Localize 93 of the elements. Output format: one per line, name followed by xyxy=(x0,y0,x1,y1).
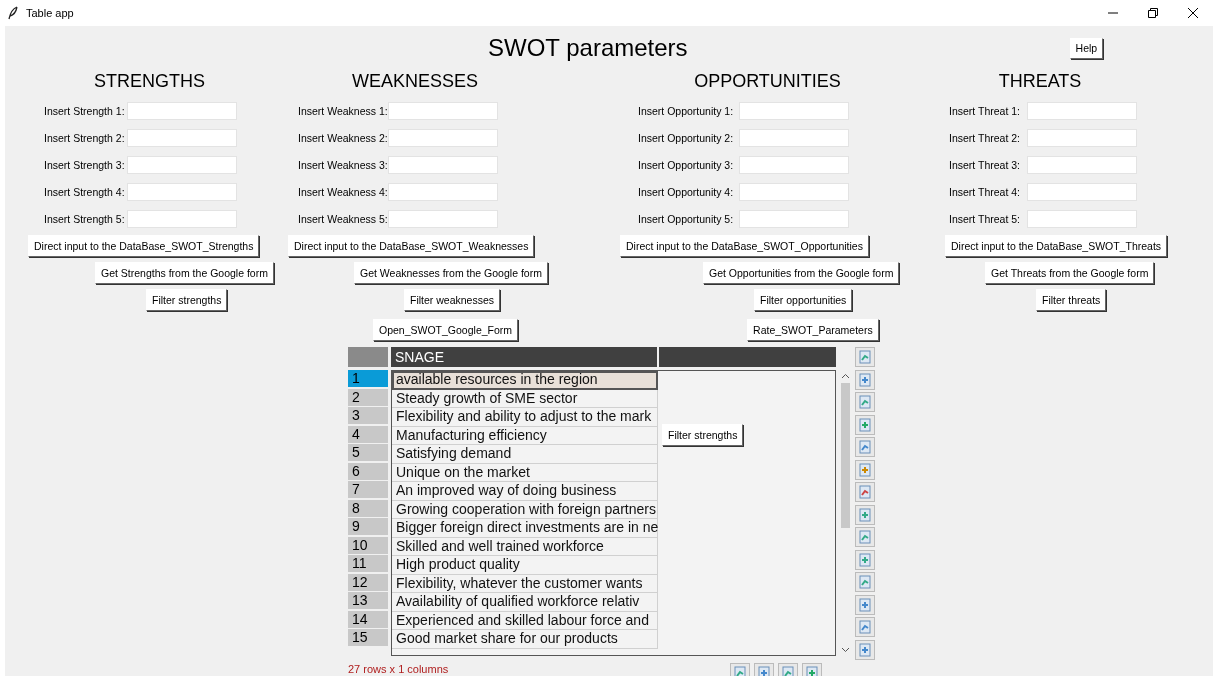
field-label: Insert Strength 2: xyxy=(44,131,126,144)
row-index[interactable]: 14 xyxy=(348,610,388,628)
input-field[interactable] xyxy=(1027,182,1137,201)
field-label: Insert Strength 1: xyxy=(44,104,126,117)
help-button[interactable]: Help xyxy=(1069,37,1104,59)
status-text: 27 rows x 1 columns xyxy=(348,662,449,675)
action-button[interactable]: Get Weaknesses from the Google form xyxy=(354,261,548,284)
row-index[interactable]: 4 xyxy=(348,425,388,443)
field-label: Insert Weakness 3: xyxy=(298,158,388,171)
input-field[interactable] xyxy=(127,155,237,174)
input-field[interactable] xyxy=(387,182,498,201)
field-label: Insert Weakness 1: xyxy=(298,104,388,117)
table-corner xyxy=(348,347,388,367)
table-cell[interactable]: available resources in the region xyxy=(392,371,658,390)
row-index[interactable]: 3 xyxy=(348,407,388,424)
input-field[interactable] xyxy=(739,101,849,120)
input-field[interactable] xyxy=(387,209,498,228)
field-label: Insert Threat 3: xyxy=(949,158,1021,171)
close-icon xyxy=(1188,8,1198,18)
column-header[interactable]: SNAGE xyxy=(391,347,657,367)
field-label: Insert Strength 3: xyxy=(44,158,126,171)
row-index[interactable]: 1 xyxy=(348,370,388,387)
field-label: Insert Weakness 4: xyxy=(298,185,388,198)
input-field[interactable] xyxy=(387,101,498,120)
section-heading: OPPORTUNITIES xyxy=(694,70,841,92)
section-heading: THREATS xyxy=(998,70,1082,92)
input-field[interactable] xyxy=(1027,101,1137,120)
input-field[interactable] xyxy=(387,155,498,174)
input-field[interactable] xyxy=(739,209,849,228)
row-index[interactable]: 7 xyxy=(348,481,388,498)
table-cell[interactable]: Bigger foreign direct investments are in ne xyxy=(392,519,658,538)
field-label: Insert Opportunity 4: xyxy=(638,185,735,198)
feather-icon xyxy=(8,6,18,20)
input-field[interactable] xyxy=(127,182,237,201)
filter-button[interactable]: Filter strengths xyxy=(662,424,744,446)
field-label: Insert Threat 1: xyxy=(949,104,1021,117)
action-button[interactable]: Filter strengths xyxy=(146,288,228,311)
action-button[interactable]: Get Opportunities from the Google form xyxy=(703,261,900,284)
field-label: Insert Threat 2: xyxy=(949,131,1021,144)
action-button[interactable]: Open_SWOT_Google_Form xyxy=(373,319,519,341)
input-field[interactable] xyxy=(739,128,849,147)
row-index[interactable]: 5 xyxy=(348,444,388,461)
table-cell[interactable]: High product quality xyxy=(392,556,658,575)
field-label: Insert Weakness 5: xyxy=(298,212,388,225)
action-button[interactable]: Get Threats from the Google form xyxy=(985,261,1155,284)
page-title: SWOT parameters xyxy=(488,34,688,62)
field-label: Insert Opportunity 2: xyxy=(638,131,735,144)
row-index[interactable]: 6 xyxy=(348,462,388,480)
table-cell[interactable]: Satisfying demand xyxy=(392,445,658,464)
row-index[interactable]: 13 xyxy=(348,592,388,609)
field-label: Insert Weakness 2: xyxy=(298,131,388,144)
action-button[interactable]: Filter threats xyxy=(1036,288,1107,311)
action-button[interactable]: Filter weaknesses xyxy=(404,288,501,311)
action-button[interactable]: Get Strengths from the Google form xyxy=(95,261,274,284)
scroll-up-icon[interactable] xyxy=(841,373,850,379)
field-label: Insert Opportunity 3: xyxy=(638,158,735,171)
input-field[interactable] xyxy=(1027,209,1137,228)
row-index[interactable]: 15 xyxy=(348,629,388,646)
row-index[interactable]: 9 xyxy=(348,518,388,535)
input-field[interactable] xyxy=(127,101,237,120)
table-cell[interactable]: Good market share for our products xyxy=(392,630,658,649)
field-label: Insert Threat 4: xyxy=(949,185,1021,198)
action-button[interactable]: Direct input to the DataBase_SWOT_Weaknesses xyxy=(288,234,535,257)
table-cell[interactable]: An improved way of doing business xyxy=(392,482,658,501)
input-field[interactable] xyxy=(1027,128,1137,147)
input-field[interactable] xyxy=(387,128,498,147)
row-index[interactable]: 2 xyxy=(348,388,388,406)
action-button[interactable]: Direct input to the DataBase_SWOT_Strengths xyxy=(28,234,260,257)
field-label: Insert Strength 5: xyxy=(44,212,126,225)
field-label: Insert Threat 5: xyxy=(949,212,1021,225)
input-field[interactable] xyxy=(127,128,237,147)
action-button[interactable]: Filter opportunities xyxy=(754,288,853,311)
field-label: Insert Strength 4: xyxy=(44,185,126,198)
input-field[interactable] xyxy=(739,155,849,174)
field-label: Insert Opportunity 1: xyxy=(638,104,735,117)
section-heading: WEAKNESSES xyxy=(351,70,478,92)
row-index[interactable]: 10 xyxy=(348,536,388,554)
table-cell[interactable]: Availability of qualified workforce relativ xyxy=(392,593,658,612)
field-label: Insert Opportunity 5: xyxy=(638,212,735,225)
restore-icon xyxy=(1148,8,1158,18)
row-index[interactable]: 8 xyxy=(348,499,388,517)
scroll-down-icon[interactable] xyxy=(841,647,850,653)
table-cell[interactable]: Flexibility and ability to adjust to the mark xyxy=(392,408,658,427)
row-index[interactable]: 11 xyxy=(348,555,388,572)
window-title: Table app xyxy=(26,7,74,19)
section-heading: STRENGTHS xyxy=(94,70,205,92)
action-button[interactable]: Direct input to the DataBase_SWOT_Threats xyxy=(945,234,1168,257)
action-button[interactable]: Rate_SWOT_Parameters xyxy=(747,319,879,341)
input-field[interactable] xyxy=(1027,155,1137,174)
input-field[interactable] xyxy=(127,209,237,228)
input-field[interactable] xyxy=(739,182,849,201)
row-index[interactable]: 12 xyxy=(348,573,388,591)
action-button[interactable]: Direct input to the DataBase_SWOT_Opportunities xyxy=(620,234,869,257)
